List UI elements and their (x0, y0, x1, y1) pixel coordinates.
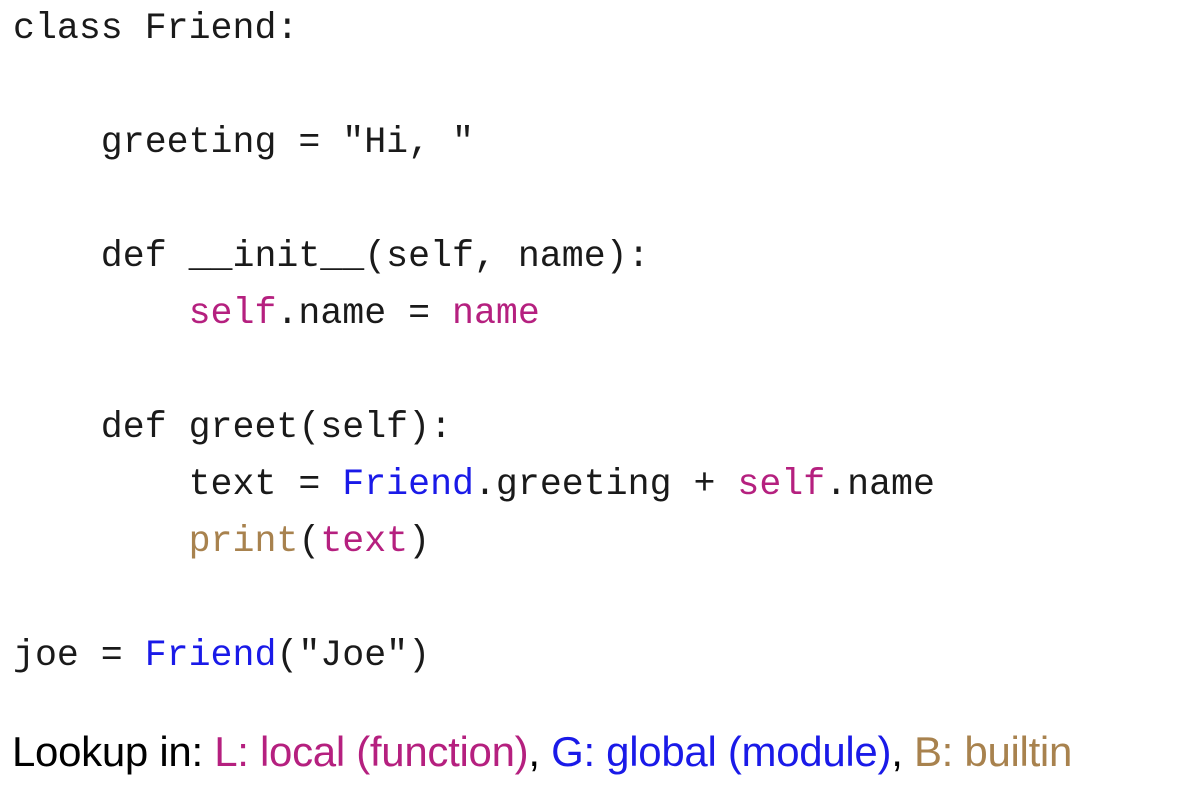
code-token-local: text (320, 521, 409, 562)
code-token-global: Friend (342, 464, 474, 505)
code-line: greeting = "Hi, " (13, 114, 935, 171)
code-line: print(text) (13, 513, 935, 570)
code-line: def greet(self): (13, 399, 935, 456)
code-token-local: name (452, 293, 540, 334)
code-token-local: self (188, 293, 277, 334)
code-listing: class Friend: greeting = "Hi, " def __in… (13, 0, 935, 684)
code-line: self.name = name (13, 285, 935, 342)
code-token-default: def greet(self): (13, 407, 453, 448)
code-token-default: class Friend: (13, 8, 299, 49)
code-token-default: .name = (276, 293, 453, 334)
code-token-default: def __init__(self, name): (13, 236, 650, 277)
code-token-global: Friend (144, 635, 277, 676)
code-token-default: .greeting + (473, 464, 738, 505)
legend-prefix: Lookup in: (12, 728, 215, 775)
code-token-builtin: print (188, 521, 299, 562)
legend-builtin: B: builtin (913, 728, 1073, 775)
code-token-default (13, 293, 189, 334)
code-token-local: self (737, 464, 826, 505)
code-line: text = Friend.greeting + self.name (13, 456, 935, 513)
code-token-default: .name (825, 464, 935, 505)
code-token-default: ( (298, 521, 321, 562)
code-token-default: text = (13, 464, 343, 505)
code-token-default: ) (408, 521, 431, 562)
legend-global: G: global (module) (551, 728, 892, 775)
code-token-default: ("Joe") (276, 635, 431, 676)
code-token-default (13, 521, 189, 562)
code-line: class Friend: (13, 0, 935, 57)
code-token-default: greeting = "Hi, " (13, 122, 474, 163)
code-token-default: joe = (13, 635, 145, 676)
legend-separator: , (891, 728, 914, 775)
code-line: joe = Friend("Joe") (13, 627, 935, 684)
legend-local: L: local (function) (214, 728, 529, 775)
legend-separator: , (528, 728, 552, 775)
scope-legend: Lookup in: L: local (function), G: globa… (12, 726, 1072, 778)
code-line: def __init__(self, name): (13, 228, 935, 285)
